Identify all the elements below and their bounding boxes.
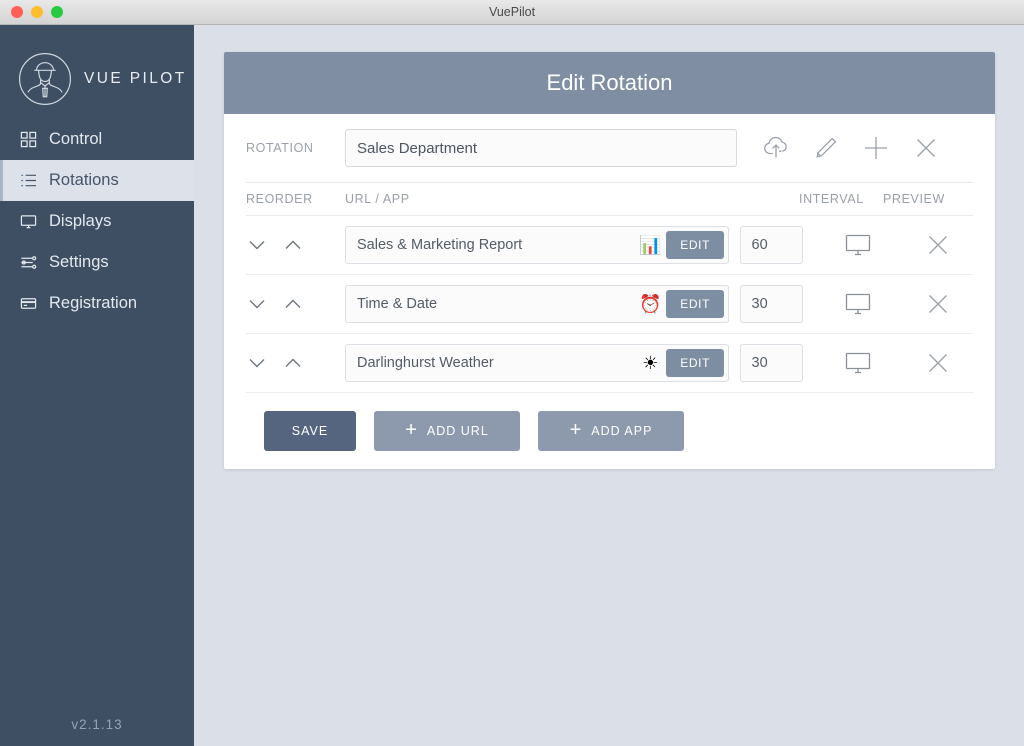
add-url-button-label: ADD URL: [426, 424, 489, 438]
sliders-icon: [19, 253, 38, 272]
move-down-icon[interactable]: [246, 234, 268, 256]
edit-button[interactable]: EDIT: [666, 231, 724, 259]
plus-icon: +: [569, 419, 583, 441]
move-down-icon[interactable]: [246, 352, 268, 374]
app-version: v2.1.13: [71, 717, 123, 732]
alarm-clock-icon: ⏰: [639, 294, 662, 314]
reorder-controls: [246, 293, 345, 315]
column-header-url-app: URL / APP: [345, 192, 410, 206]
cloud-upload-icon[interactable]: [751, 126, 801, 170]
plus-icon: +: [405, 419, 418, 441]
remove-row-icon[interactable]: [903, 232, 973, 258]
card-header: Edit Rotation: [224, 52, 995, 114]
sidebar-item-label: Settings: [49, 253, 109, 271]
rotation-label: ROTATION: [246, 141, 314, 155]
column-header-interval: INTERVAL: [799, 192, 864, 206]
move-down-icon[interactable]: [246, 293, 268, 315]
preview-button[interactable]: [813, 350, 903, 376]
interval-input[interactable]: [739, 285, 803, 323]
sidebar-item-label: Registration: [49, 294, 138, 312]
reorder-controls: [246, 352, 345, 374]
preview-button[interactable]: [813, 232, 903, 258]
sidebar-item-label: Displays: [49, 212, 112, 230]
rotation-actions: [751, 126, 951, 170]
interval-cell: [729, 226, 813, 264]
close-icon[interactable]: [901, 126, 951, 170]
add-app-button-label: ADD APP: [591, 424, 653, 438]
remove-row-icon[interactable]: [903, 350, 973, 376]
credit-card-icon: [19, 294, 38, 313]
bar-chart-icon: 📊: [639, 235, 662, 255]
preview-button[interactable]: [813, 291, 903, 317]
card-body: ROTATION Sales Department REORDER URL / …: [224, 114, 995, 469]
table-row: Time & Date ⏰ EDIT: [246, 275, 973, 334]
main-content: Edit Rotation ROTATION Sales Department …: [194, 25, 1024, 746]
sidebar-item-label: Rotations: [49, 171, 119, 189]
sidebar-item-displays[interactable]: Displays: [0, 201, 194, 242]
interval-input[interactable]: [739, 344, 803, 382]
column-header-preview: PREVIEW: [883, 192, 945, 206]
add-app-button[interactable]: + ADD APP: [538, 411, 684, 451]
sidebar-nav: Control Rotations Displays Settings Regi…: [0, 119, 194, 324]
sidebar-item-label: Control: [49, 130, 103, 148]
column-header-reorder: REORDER: [246, 192, 313, 206]
table-row: Darlinghurst Weather ☀ EDIT: [246, 334, 973, 393]
url-app-name: Time & Date: [357, 296, 438, 312]
rotation-name-row: ROTATION: [246, 114, 973, 182]
pilot-circle-icon: [18, 52, 72, 106]
interval-input[interactable]: [739, 226, 803, 264]
list-icon: [19, 171, 38, 190]
move-up-icon[interactable]: [282, 293, 304, 315]
interval-cell: [729, 344, 813, 382]
table-row: Sales & Marketing Report 📊 EDIT: [246, 216, 973, 275]
url-app-name: Darlinghurst Weather: [357, 355, 494, 371]
rotation-name-input[interactable]: [345, 129, 737, 167]
sidebar-item-settings[interactable]: Settings: [0, 242, 194, 283]
window-title: VuePilot: [488, 5, 536, 19]
plus-icon[interactable]: [851, 126, 901, 170]
move-up-icon[interactable]: [282, 234, 304, 256]
brand-logo: VUE PILOT: [0, 25, 194, 111]
reorder-controls: [246, 234, 345, 256]
edit-button[interactable]: EDIT: [666, 349, 724, 377]
save-button[interactable]: SAVE: [264, 411, 356, 451]
sidebar-item-registration[interactable]: Registration: [0, 283, 194, 324]
card-footer: SAVE + ADD URL + ADD APP: [246, 393, 973, 469]
move-up-icon[interactable]: [282, 352, 304, 374]
remove-row-icon[interactable]: [903, 291, 973, 317]
save-button-label: SAVE: [291, 424, 329, 438]
monitor-icon: [19, 212, 38, 231]
grid-icon: [19, 130, 38, 149]
url-app-field[interactable]: Time & Date ⏰ EDIT: [345, 285, 729, 323]
table-column-headers: REORDER URL / APP INTERVAL PREVIEW: [246, 182, 973, 216]
brand-wordmark: VUE PILOT: [84, 70, 187, 87]
sidebar-item-rotations[interactable]: Rotations: [0, 160, 194, 201]
sidebar: VUE PILOT Control Rotations Displays Set…: [0, 25, 194, 746]
sun-icon: ☀: [642, 353, 659, 373]
page-title: Edit Rotation: [546, 70, 673, 95]
interval-cell: [729, 285, 813, 323]
sidebar-item-control[interactable]: Control: [0, 119, 194, 160]
window-titlebar: VuePilot: [0, 0, 1024, 25]
url-app-field[interactable]: Darlinghurst Weather ☀ EDIT: [345, 344, 729, 382]
url-app-name: Sales & Marketing Report: [357, 237, 523, 253]
edit-button[interactable]: EDIT: [666, 290, 724, 318]
url-app-field[interactable]: Sales & Marketing Report 📊 EDIT: [345, 226, 729, 264]
add-url-button[interactable]: + ADD URL: [374, 411, 520, 451]
pencil-icon[interactable]: [801, 126, 851, 170]
edit-rotation-card: Edit Rotation ROTATION Sales Department …: [224, 52, 995, 469]
